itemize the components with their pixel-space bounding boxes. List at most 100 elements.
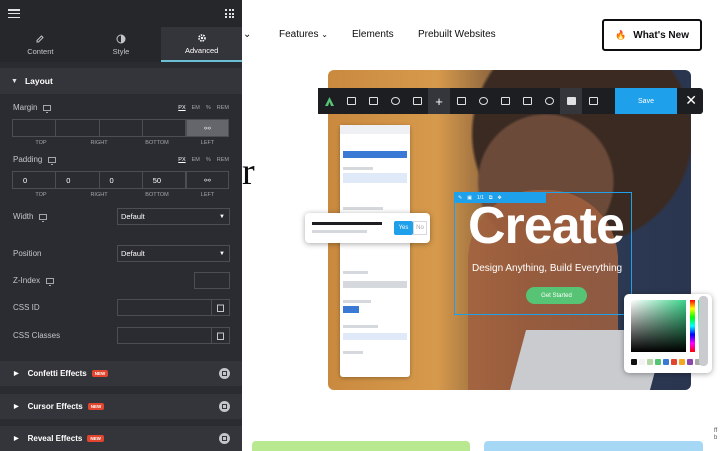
margin-side-labels: TOP RIGHT BOTTOM LEFT xyxy=(12,140,229,146)
nav-item-features-label: Features xyxy=(279,29,319,40)
color-swatch[interactable] xyxy=(655,359,661,365)
side-label-right: RIGHT xyxy=(90,140,108,146)
color-swatch[interactable] xyxy=(647,359,653,365)
desktop-icon[interactable] xyxy=(48,156,57,165)
zindex-input[interactable] xyxy=(194,272,230,289)
unit-rem[interactable]: REM xyxy=(217,157,229,163)
dynamic-tags-button[interactable] xyxy=(212,327,230,344)
color-swatch[interactable] xyxy=(631,359,637,365)
css-classes-input[interactable] xyxy=(117,327,212,344)
desktop-icon[interactable] xyxy=(46,277,55,286)
unit-percent[interactable]: % xyxy=(206,157,211,163)
history-icon[interactable] xyxy=(384,88,406,114)
confirm-yes-button[interactable]: Yes xyxy=(394,221,413,235)
mini-row xyxy=(343,325,378,328)
color-swatch[interactable] xyxy=(671,359,677,365)
reveal-effects-section[interactable]: ▶ Reveal Effects NEW xyxy=(0,426,242,451)
color-swatch[interactable] xyxy=(639,359,645,365)
padding-bottom-input[interactable]: 0 xyxy=(98,171,142,189)
padding-label-row: Padding xyxy=(13,155,57,165)
width-select[interactable]: Default ▼ xyxy=(117,208,230,225)
toggle-icon[interactable] xyxy=(406,88,428,114)
unit-px[interactable]: PX xyxy=(178,105,185,111)
padding-left-input[interactable]: 50 xyxy=(141,171,186,189)
margin-bottom-input[interactable] xyxy=(98,119,142,137)
padding-side-labels: TOP RIGHT BOTTOM LEFT xyxy=(12,192,229,198)
confetti-effects-section[interactable]: ▶ Confetti Effects NEW xyxy=(0,361,242,386)
link-values-button[interactable]: ⚯ xyxy=(186,119,229,137)
tab-advanced-label: Advanced xyxy=(185,45,219,55)
panel-tabs: Content Style Advanced xyxy=(0,27,242,62)
page-icon[interactable] xyxy=(560,88,582,114)
add-icon[interactable]: + xyxy=(428,88,450,114)
link-values-button[interactable]: ⚯ xyxy=(186,171,229,189)
position-select[interactable]: Default ▼ xyxy=(117,245,230,262)
save-button[interactable]: Save xyxy=(615,88,677,114)
dynamic-tags-button[interactable] xyxy=(212,299,230,316)
margin-left-input[interactable] xyxy=(141,119,186,137)
unit-px[interactable]: PX xyxy=(178,157,185,163)
margin-top-input[interactable] xyxy=(12,119,56,137)
nav-dropdown-caret[interactable]: ⌄ xyxy=(243,29,251,40)
desktop-view-icon[interactable] xyxy=(494,88,516,114)
settings-panel: Content Style Advanced ▼ Layout Margin P… xyxy=(0,0,242,451)
link-icon: ⚯ xyxy=(204,123,211,133)
mini-row xyxy=(343,173,407,183)
new-badge: NEW xyxy=(87,435,104,442)
margin-right-input[interactable] xyxy=(55,119,99,137)
database-icon xyxy=(217,304,224,312)
confirm-popover: Yes No xyxy=(305,213,430,243)
css-id-label: CSS ID xyxy=(13,303,40,312)
scrollbar[interactable] xyxy=(699,296,708,366)
color-swatch[interactable] xyxy=(679,359,685,365)
database-icon xyxy=(217,332,224,340)
trash-icon[interactable] xyxy=(450,88,472,114)
padding-right-input[interactable]: 0 xyxy=(55,171,99,189)
close-icon[interactable]: ✕ xyxy=(685,93,697,107)
padding-top-input[interactable]: 0 xyxy=(12,171,56,189)
color-swatch[interactable] xyxy=(687,359,693,365)
edit-icon[interactable]: ✎ xyxy=(458,195,462,201)
unit-em[interactable]: EM xyxy=(192,157,200,163)
css-id-input[interactable] xyxy=(117,299,212,316)
nav-item-features[interactable]: Features ⌄ xyxy=(279,29,328,40)
layout-icon[interactable] xyxy=(340,88,362,114)
confirm-no-button[interactable]: No xyxy=(413,221,427,235)
nav-item-prebuilt-websites[interactable]: Prebuilt Websites xyxy=(418,29,496,40)
whats-new-button[interactable]: 🔥 What's New xyxy=(602,19,702,51)
flame-icon: 🔥 xyxy=(615,29,627,40)
tab-content[interactable]: Content xyxy=(0,27,81,62)
mini-row xyxy=(343,281,407,288)
css-classes-label: CSS Classes xyxy=(13,331,61,340)
caret-down-icon: ▼ xyxy=(219,213,225,220)
width-label-row: Width xyxy=(13,212,48,222)
desktop-icon[interactable] xyxy=(43,104,52,113)
mini-row xyxy=(343,306,359,313)
saturation-area[interactable] xyxy=(631,300,686,352)
preview-eye-icon[interactable] xyxy=(538,88,560,114)
margin-inputs: ⚯ xyxy=(12,119,229,137)
width-select-value: Default xyxy=(121,212,145,221)
color-swatch[interactable] xyxy=(663,359,669,365)
unit-em[interactable]: EM xyxy=(192,105,200,111)
unit-percent[interactable]: % xyxy=(206,105,211,111)
tab-advanced[interactable]: Advanced xyxy=(161,27,242,62)
navigator-icon[interactable] xyxy=(516,88,538,114)
unit-rem[interactable]: REM xyxy=(217,105,229,111)
get-started-button[interactable]: Get Started xyxy=(526,287,587,304)
layout-section-header[interactable]: ▼ Layout xyxy=(0,68,242,94)
menu-icon[interactable] xyxy=(8,9,20,18)
nav-item-elements[interactable]: Elements xyxy=(352,29,394,40)
cursor-effects-section[interactable]: ▶ Cursor Effects NEW xyxy=(0,394,242,419)
tab-style[interactable]: Style xyxy=(81,27,162,62)
caret-right-icon: ▶ xyxy=(14,436,19,442)
desktop-icon[interactable] xyxy=(39,213,48,222)
margin-units: PX EM % REM xyxy=(178,105,229,111)
side-label-top: TOP xyxy=(35,140,47,146)
template-icon[interactable] xyxy=(582,88,604,114)
logo-icon[interactable] xyxy=(318,88,340,114)
printer-icon[interactable] xyxy=(362,88,384,114)
hue-slider[interactable] xyxy=(690,300,695,352)
apps-grid-icon[interactable] xyxy=(225,9,234,18)
help-icon[interactable] xyxy=(472,88,494,114)
